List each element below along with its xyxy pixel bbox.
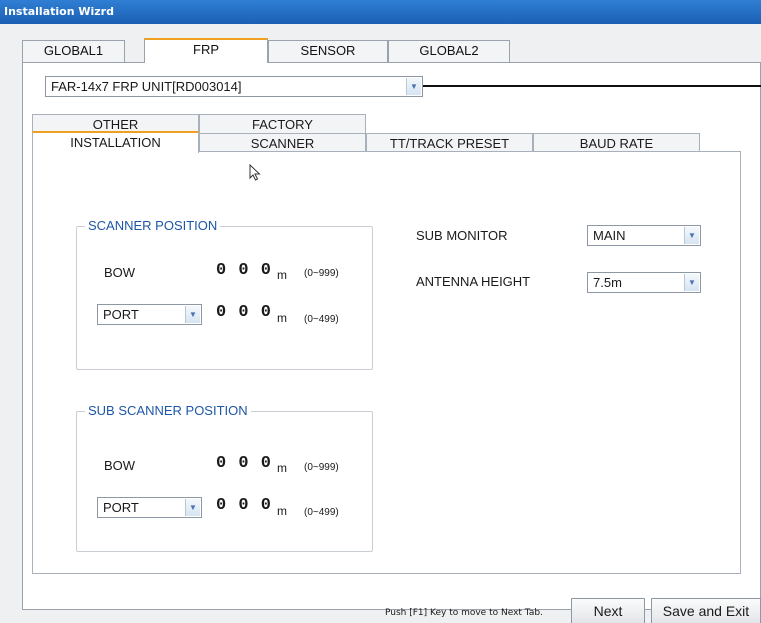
bow-value-field[interactable]: 0 0 0 [216, 261, 272, 280]
sub-monitor-value: MAIN [593, 228, 626, 243]
side-unit: m [277, 311, 287, 325]
sub-bow-range: (0~999) [304, 462, 339, 473]
tab-tt-track-preset[interactable]: TT/TRACK PRESET [366, 133, 533, 153]
chevron-down-icon[interactable]: ▼ [185, 499, 200, 516]
sub-bow-unit: m [277, 461, 287, 475]
tab-global2[interactable]: GLOBAL2 [388, 40, 510, 62]
side-value-field[interactable]: 0 0 0 [216, 303, 272, 322]
callout-line [423, 85, 761, 87]
sub-monitor-label: SUB MONITOR [416, 228, 508, 243]
chevron-down-icon[interactable]: ▼ [185, 306, 200, 323]
sub-bow-label: BOW [104, 458, 136, 473]
sub-side-value-field[interactable]: 0 0 0 [216, 496, 272, 515]
tab-frp[interactable]: FRP [144, 38, 268, 63]
sub-side-dropdown[interactable]: PORT ▼ [97, 497, 202, 518]
tab-factory[interactable]: FACTORY [199, 114, 366, 134]
bow-range: (0~999) [304, 268, 339, 279]
sub-side-range: (0~499) [304, 507, 339, 518]
side-dropdown[interactable]: PORT ▼ [97, 304, 202, 325]
mouse-pointer-icon [249, 164, 261, 181]
antenna-height-label: ANTENNA HEIGHT [416, 274, 531, 289]
tab-sensor[interactable]: SENSOR [268, 40, 388, 62]
chevron-down-icon[interactable]: ▼ [406, 78, 421, 95]
side-dropdown-value: PORT [103, 307, 139, 322]
antenna-height-value: 7.5m [593, 275, 622, 290]
sub-side-unit: m [277, 504, 287, 518]
unit-dropdown-value: FAR-14x7 FRP UNIT[RD003014] [51, 79, 242, 94]
footer-hint: Push [F1] Key to move to Next Tab. [385, 608, 543, 618]
next-button[interactable]: Next [571, 598, 645, 623]
bow-unit: m [277, 268, 287, 282]
side-range: (0~499) [304, 314, 339, 325]
tab-scanner[interactable]: SCANNER [199, 133, 366, 153]
antenna-height-dropdown[interactable]: 7.5m ▼ [587, 272, 701, 293]
sub-scanner-position-title: SUB SCANNER POSITION [85, 403, 251, 418]
scanner-position-title: SCANNER POSITION [85, 218, 221, 233]
unit-dropdown[interactable]: FAR-14x7 FRP UNIT[RD003014] ▼ [45, 76, 423, 97]
sub-bow-value-field[interactable]: 0 0 0 [216, 454, 272, 473]
tab-installation[interactable]: INSTALLATION [32, 131, 199, 153]
chevron-down-icon[interactable]: ▼ [684, 227, 699, 244]
chevron-down-icon[interactable]: ▼ [684, 274, 699, 291]
tab-global1[interactable]: GLOBAL1 [22, 40, 125, 62]
save-and-exit-button[interactable]: Save and Exit [651, 598, 761, 623]
window-title: Installation Wizrd [0, 0, 761, 24]
tab-baud-rate[interactable]: BAUD RATE [533, 133, 700, 153]
scanner-position-group: SCANNER POSITION [76, 218, 373, 370]
sub-monitor-dropdown[interactable]: MAIN ▼ [587, 225, 701, 246]
bow-label: BOW [104, 265, 136, 280]
sub-side-dropdown-value: PORT [103, 500, 139, 515]
sub-scanner-position-group: SUB SCANNER POSITION [76, 403, 373, 552]
